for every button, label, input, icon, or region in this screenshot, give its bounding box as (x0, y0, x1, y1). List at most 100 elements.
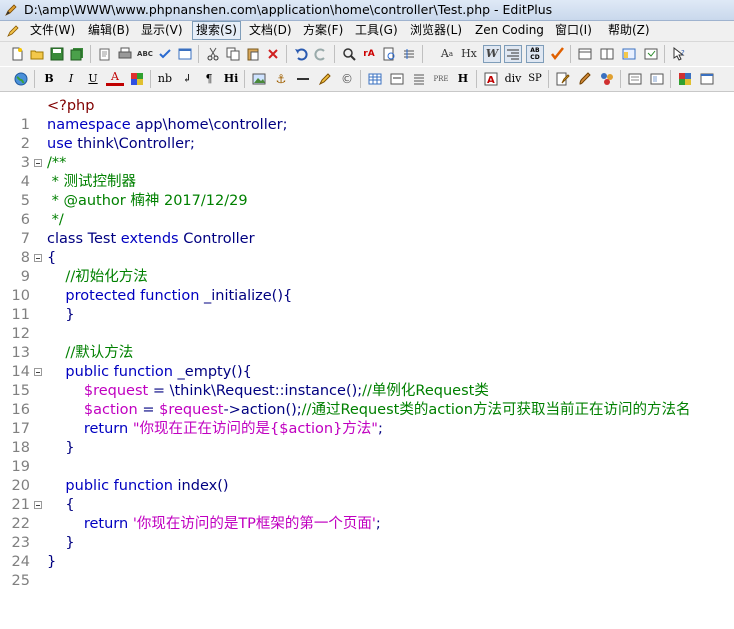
menu-document[interactable]: 文档(D) (246, 22, 295, 39)
image-icon[interactable] (250, 70, 268, 88)
code-editor[interactable]: 1 <?php 2 namespace app\home\controller;… (0, 93, 734, 589)
page-window-icon[interactable] (648, 70, 666, 88)
window-list-icon[interactable] (576, 45, 594, 63)
find-in-files-icon[interactable] (380, 45, 398, 63)
menu-help[interactable]: 帮助(Z) (605, 22, 653, 39)
fold-toggle-icon[interactable] (34, 159, 42, 167)
menu-zen-coding[interactable]: Zen Coding (472, 22, 547, 39)
list-icon[interactable] (410, 70, 428, 88)
anchor-icon[interactable]: ⚓ (272, 70, 290, 88)
copyright-icon[interactable]: © (338, 70, 356, 88)
save-all-icon[interactable] (68, 45, 86, 63)
highlight-pen-icon[interactable] (316, 70, 334, 88)
paragraph-icon[interactable]: ¶ (200, 70, 218, 88)
find-icon[interactable] (340, 45, 358, 63)
menu-bar: 文件(W) 编辑(B) 显示(V) 搜索(S) 文档(D) 方案(F) 工具(G… (0, 21, 734, 42)
window-title: D:\amp\WWW\www.phpnanshen.com\applicatio… (24, 2, 553, 17)
code-line: 8 class Test extends Controller (20, 231, 255, 266)
undo-icon[interactable] (292, 45, 310, 63)
fold-toggle-icon[interactable] (34, 501, 42, 509)
print-icon[interactable] (116, 45, 134, 63)
check-icon[interactable] (156, 45, 174, 63)
preformatted-icon[interactable]: PRE (432, 70, 450, 88)
globe-icon[interactable] (12, 70, 30, 88)
word-wrap-toggle-icon[interactable]: W (483, 45, 501, 63)
code-line: 16 $request = \think\Request::instance()… (11, 383, 489, 418)
brush-icon[interactable] (576, 70, 594, 88)
code-line: 6 * @author 楠神 2017/12/29 (20, 193, 248, 228)
font-tag-icon[interactable]: A (482, 70, 500, 88)
code-line: 5 * 测试控制器 (20, 174, 136, 209)
palette-icon[interactable] (676, 70, 694, 88)
color-grid-icon[interactable] (128, 70, 146, 88)
heading-size-icon[interactable]: H (454, 70, 472, 88)
code-line: 22 { (11, 497, 75, 532)
open-folder-icon[interactable] (28, 45, 46, 63)
code-line: 9 { (20, 250, 57, 285)
code-line: 11 protected function _initialize(){ (11, 288, 293, 323)
code-line: 18 return "你现在正在访问的是{$action}方法"; (11, 421, 383, 456)
spell-check-icon[interactable]: ABC (136, 45, 154, 63)
italic-icon[interactable]: I (62, 70, 80, 88)
code-line: 2 namespace app\home\controller; (20, 117, 288, 152)
heading-icon[interactable]: Hi (222, 70, 240, 88)
help-pointer-icon[interactable]: ? (670, 45, 688, 63)
menu-edit[interactable]: 编辑(B) (85, 22, 133, 39)
edit-document-icon[interactable] (554, 70, 572, 88)
redo-icon[interactable] (312, 45, 330, 63)
span-icon[interactable]: SP (526, 70, 544, 88)
code-line: 19 } (11, 440, 75, 475)
code-line: 20 (11, 478, 30, 494)
replace-icon[interactable]: rA (360, 45, 378, 63)
horizontal-rule-icon[interactable] (294, 70, 312, 88)
fold-toggle-icon[interactable] (34, 368, 42, 376)
code-line: 23 return '你现在访问的是TP框架的第一个页面'; (11, 516, 381, 551)
nbsp-icon[interactable]: nb (156, 70, 174, 88)
svg-text:?: ? (681, 49, 685, 57)
hex-viewer-icon[interactable]: Hx (460, 45, 478, 63)
ruler-toggle-icon[interactable]: AB CD (526, 45, 544, 63)
split-window-icon[interactable] (598, 45, 616, 63)
paste-icon[interactable] (244, 45, 262, 63)
menu-window[interactable]: 窗口(I) (552, 22, 595, 39)
new-file-icon[interactable] (8, 45, 26, 63)
spellcheck-mark-icon[interactable] (548, 45, 566, 63)
output-window-icon[interactable] (626, 70, 644, 88)
goto-line-icon[interactable] (400, 45, 418, 63)
fold-toggle-icon[interactable] (34, 254, 42, 262)
fullscreen-icon[interactable] (698, 70, 716, 88)
code-line: 21 public function index() (11, 478, 229, 513)
menu-tools[interactable]: 工具(G) (352, 22, 401, 39)
copy-icon[interactable] (224, 45, 242, 63)
bold-icon[interactable]: B (40, 70, 58, 88)
code-line: 13 (11, 345, 30, 361)
form-icon[interactable] (388, 70, 406, 88)
code-line: 17 $action = $request->action();//通过Requ… (11, 402, 691, 437)
menu-search[interactable]: 搜索(S) (192, 21, 241, 40)
browser-preview-icon[interactable] (176, 45, 194, 63)
menu-browser[interactable]: 浏览器(L) (407, 22, 465, 39)
font-size-icon[interactable]: Aa (438, 45, 456, 63)
print-preview-icon[interactable] (96, 45, 114, 63)
editplus-app-icon (5, 4, 17, 16)
cut-icon[interactable] (204, 45, 222, 63)
font-color-icon[interactable]: A (106, 70, 124, 86)
code-line: 14 //默认方法 (11, 345, 134, 380)
html-toolbar: B I U A nb ↲ ¶ Hi ⚓ © PRE H A div SP (0, 67, 734, 92)
line-break-icon[interactable]: ↲ (178, 70, 196, 88)
menu-project[interactable]: 方案(F) (300, 22, 346, 39)
line-number-toggle-icon[interactable] (504, 45, 522, 63)
menu-view[interactable]: 显示(V) (138, 22, 186, 39)
underline-icon[interactable]: U (84, 70, 102, 88)
code-line: 24 } (11, 535, 75, 570)
code-line: 10 //初始化方法 (11, 269, 148, 304)
pen-icon[interactable] (6, 24, 20, 38)
cliptext-window-icon[interactable] (642, 45, 660, 63)
menu-file[interactable]: 文件(W) (27, 22, 78, 39)
php-tools-icon[interactable] (598, 70, 616, 88)
directory-window-icon[interactable] (620, 45, 638, 63)
delete-icon[interactable] (264, 45, 282, 63)
div-icon[interactable]: div (504, 70, 522, 88)
save-icon[interactable] (48, 45, 66, 63)
table-icon[interactable] (366, 70, 384, 88)
